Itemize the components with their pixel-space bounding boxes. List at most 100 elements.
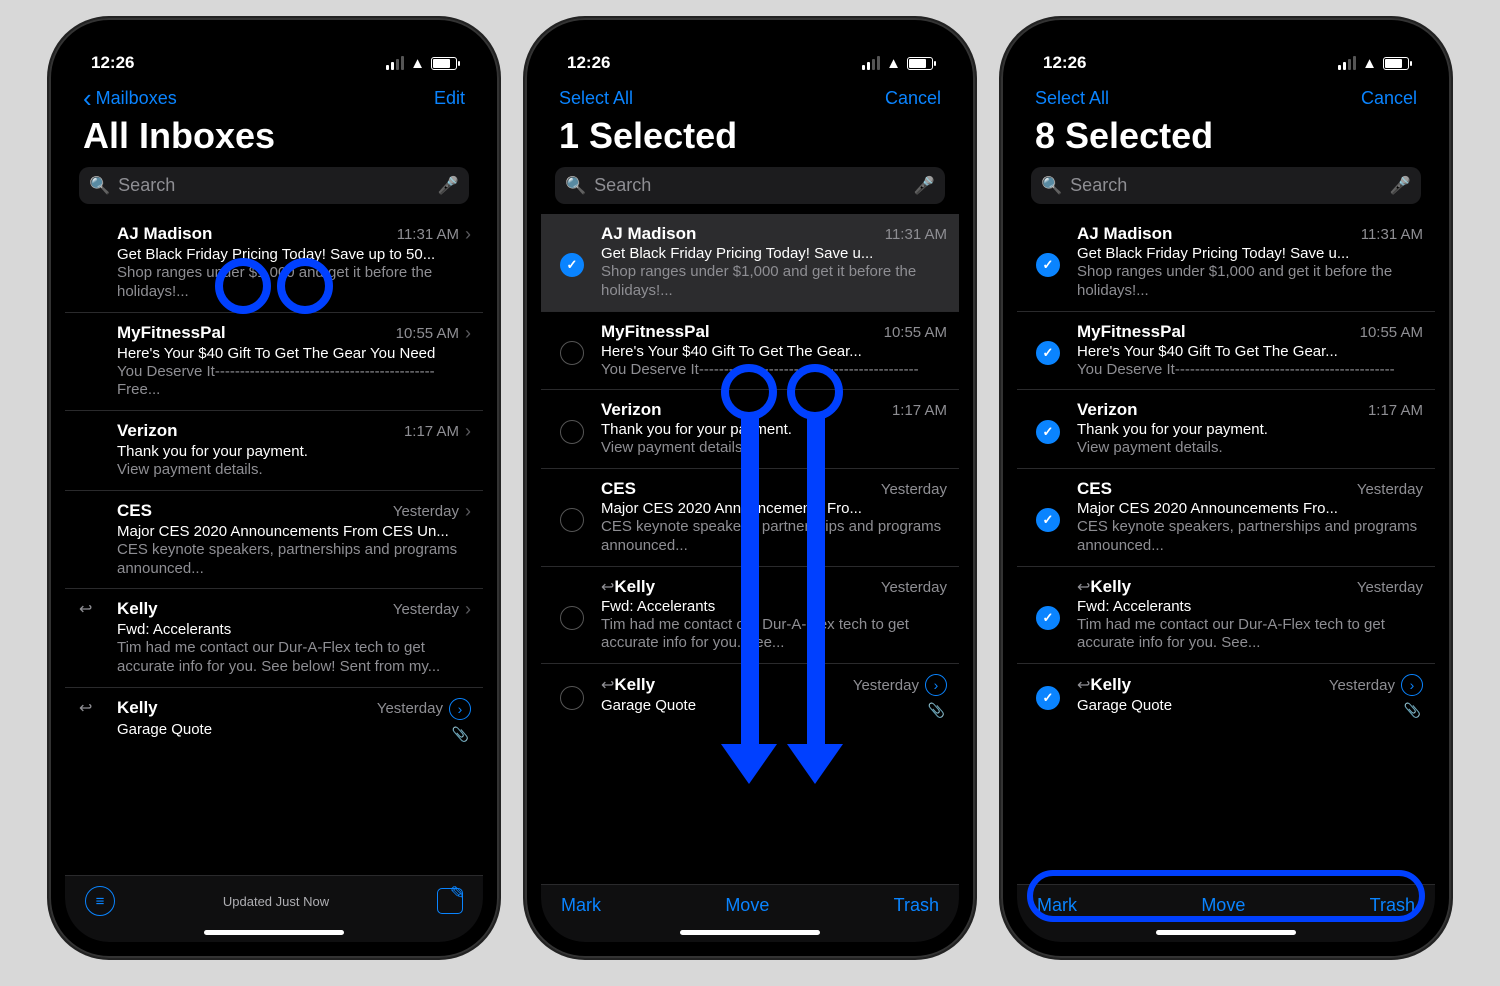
email-preview: You Deserve It--------------------------… xyxy=(1077,361,1423,380)
email-sender: Kelly xyxy=(614,675,655,695)
search-placeholder: Search xyxy=(1070,175,1382,196)
home-indicator[interactable] xyxy=(680,930,820,935)
wifi-icon: ▲ xyxy=(886,55,901,72)
chevron-right-icon: › xyxy=(465,501,471,522)
email-row[interactable]: ✓CESYesterdayMajor CES 2020 Announcement… xyxy=(1017,468,1435,566)
email-timestamp: Yesterday xyxy=(393,601,459,618)
email-row[interactable]: AJ Madison11:31 AM›Get Black Friday Pric… xyxy=(65,214,483,312)
compose-button[interactable] xyxy=(437,888,463,914)
checkmark-checked-icon[interactable]: ✓ xyxy=(1036,420,1060,444)
email-row[interactable]: ✓AJ Madison11:31 AMGet Black Friday Pric… xyxy=(1017,214,1435,311)
phone-3: 12:26 ▲ Select All Cancel 8 Selected 🔍 S… xyxy=(1001,18,1451,958)
email-list[interactable]: ✓AJ Madison11:31 AMGet Black Friday Pric… xyxy=(1017,214,1435,725)
trash-button[interactable]: Trash xyxy=(1370,895,1415,916)
home-indicator[interactable] xyxy=(1156,930,1296,935)
email-preview: You Deserve It--------------------------… xyxy=(601,361,947,380)
email-row[interactable]: CESYesterdayMajor CES 2020 Announcements… xyxy=(541,468,959,566)
chevron-left-icon: ‹ xyxy=(83,92,92,105)
email-preview: CES keynote speakers, partnerships and p… xyxy=(117,541,471,579)
email-row[interactable]: MyFitnessPal10:55 AMHere's Your $40 Gift… xyxy=(541,311,959,390)
select-all-button[interactable]: Select All xyxy=(559,88,633,109)
email-preview: View payment details. xyxy=(601,439,947,458)
dictation-icon[interactable]: 🎤 xyxy=(914,176,935,196)
email-subject: Here's Your $40 Gift To Get The Gear... xyxy=(601,343,947,360)
email-timestamp: Yesterday xyxy=(1357,481,1423,498)
checkmark-unchecked-icon[interactable] xyxy=(560,341,584,365)
email-timestamp: 10:55 AM xyxy=(884,324,947,341)
select-all-button[interactable]: Select All xyxy=(1035,88,1109,109)
checkmark-checked-icon[interactable]: ✓ xyxy=(1036,341,1060,365)
email-row[interactable]: ↩KellyYesterday›Fwd: AccelerantsTim had … xyxy=(65,588,483,687)
checkmark-checked-icon[interactable]: ✓ xyxy=(1036,508,1060,532)
email-row[interactable]: ↩KellyYesterday›Garage Quote📎 xyxy=(65,687,483,749)
clock: 12:26 xyxy=(567,53,610,73)
email-row[interactable]: Verizon1:17 AMThank you for your payment… xyxy=(541,389,959,468)
email-subject: Thank you for your payment. xyxy=(1077,421,1423,438)
checkmark-unchecked-icon[interactable] xyxy=(560,420,584,444)
toolbar-status: Updated Just Now xyxy=(115,894,437,909)
checkmark-checked-icon[interactable]: ✓ xyxy=(560,253,584,277)
cancel-button[interactable]: Cancel xyxy=(1361,88,1417,109)
email-row[interactable]: ↩ KellyYesterdayFwd: AccelerantsTim had … xyxy=(541,566,959,664)
email-row[interactable]: ✓Verizon1:17 AMThank you for your paymen… xyxy=(1017,389,1435,468)
filter-button[interactable]: ≡ xyxy=(85,886,115,916)
search-input[interactable]: 🔍 Search 🎤 xyxy=(555,167,945,204)
email-subject: Fwd: Accelerants xyxy=(117,621,471,638)
mark-button[interactable]: Mark xyxy=(561,895,601,916)
battery-icon xyxy=(1383,57,1409,70)
email-row[interactable]: Verizon1:17 AM›Thank you for your paymen… xyxy=(65,410,483,490)
cellular-icon xyxy=(1338,56,1356,70)
email-subject: Thank you for your payment. xyxy=(117,443,471,460)
chevron-right-icon: › xyxy=(465,323,471,344)
trash-button[interactable]: Trash xyxy=(894,895,939,916)
cancel-button[interactable]: Cancel xyxy=(885,88,941,109)
email-sender: Verizon xyxy=(117,421,177,441)
email-subject: Major CES 2020 Announcements Fro... xyxy=(601,500,947,517)
email-row[interactable]: MyFitnessPal10:55 AM›Here's Your $40 Gif… xyxy=(65,312,483,411)
dictation-icon[interactable]: 🎤 xyxy=(438,176,459,196)
email-row[interactable]: ✓AJ Madison11:31 AMGet Black Friday Pric… xyxy=(541,214,959,311)
email-sender: Verizon xyxy=(1077,400,1137,420)
email-list[interactable]: ✓AJ Madison11:31 AMGet Black Friday Pric… xyxy=(541,214,959,725)
email-list[interactable]: AJ Madison11:31 AM›Get Black Friday Pric… xyxy=(65,214,483,749)
home-indicator[interactable] xyxy=(204,930,344,935)
email-row[interactable]: ✓↩ KellyYesterdayFwd: AccelerantsTim had… xyxy=(1017,566,1435,664)
back-mailboxes-link[interactable]: ‹ Mailboxes xyxy=(83,88,177,109)
email-sender: MyFitnessPal xyxy=(1077,322,1186,342)
checkmark-unchecked-icon[interactable] xyxy=(560,686,584,710)
checkmark-checked-icon[interactable]: ✓ xyxy=(1036,253,1060,277)
checkmark-unchecked-icon[interactable] xyxy=(560,508,584,532)
search-input[interactable]: 🔍 Search 🎤 xyxy=(1031,167,1421,204)
thread-badge-icon: › xyxy=(925,674,947,696)
move-button[interactable]: Move xyxy=(725,895,769,916)
email-subject: Garage Quote xyxy=(117,721,471,738)
email-subject: Here's Your $40 Gift To Get The Gear You… xyxy=(117,345,471,362)
move-button[interactable]: Move xyxy=(1201,895,1245,916)
cellular-icon xyxy=(386,56,404,70)
email-sender: Kelly xyxy=(1090,577,1131,597)
email-row[interactable]: CESYesterday›Major CES 2020 Announcement… xyxy=(65,490,483,589)
email-timestamp: Yesterday xyxy=(853,677,919,694)
email-timestamp: Yesterday xyxy=(377,700,443,717)
checkmark-checked-icon[interactable]: ✓ xyxy=(1036,686,1060,710)
email-timestamp: 10:55 AM xyxy=(396,325,459,342)
email-row[interactable]: ✓↩ KellyYesterday›Garage Quote📎 xyxy=(1017,663,1435,725)
email-sender: Kelly xyxy=(117,599,158,619)
phone-2: 12:26 ▲ Select All Cancel 1 Selected 🔍 S… xyxy=(525,18,975,958)
email-timestamp: 11:31 AM xyxy=(885,226,947,243)
email-preview: Shop ranges under $1,000 and get it befo… xyxy=(601,263,947,301)
checkmark-unchecked-icon[interactable] xyxy=(560,606,584,630)
checkmark-checked-icon[interactable]: ✓ xyxy=(1036,606,1060,630)
mark-button[interactable]: Mark xyxy=(1037,895,1077,916)
email-row[interactable]: ✓MyFitnessPal10:55 AMHere's Your $40 Gif… xyxy=(1017,311,1435,390)
email-preview: Tim had me contact our Dur-A-Flex tech t… xyxy=(601,616,947,654)
email-subject: Get Black Friday Pricing Today! Save u..… xyxy=(601,245,947,262)
edit-button[interactable]: Edit xyxy=(434,88,465,109)
dictation-icon[interactable]: 🎤 xyxy=(1390,176,1411,196)
email-row[interactable]: ↩ KellyYesterday›Garage Quote📎 xyxy=(541,663,959,725)
search-input[interactable]: 🔍 Search 🎤 xyxy=(79,167,469,204)
email-sender: CES xyxy=(601,479,636,499)
wifi-icon: ▲ xyxy=(1362,55,1377,72)
email-sender: Kelly xyxy=(117,698,158,718)
email-preview: Tim had me contact our Dur-A-Flex tech t… xyxy=(117,639,471,677)
